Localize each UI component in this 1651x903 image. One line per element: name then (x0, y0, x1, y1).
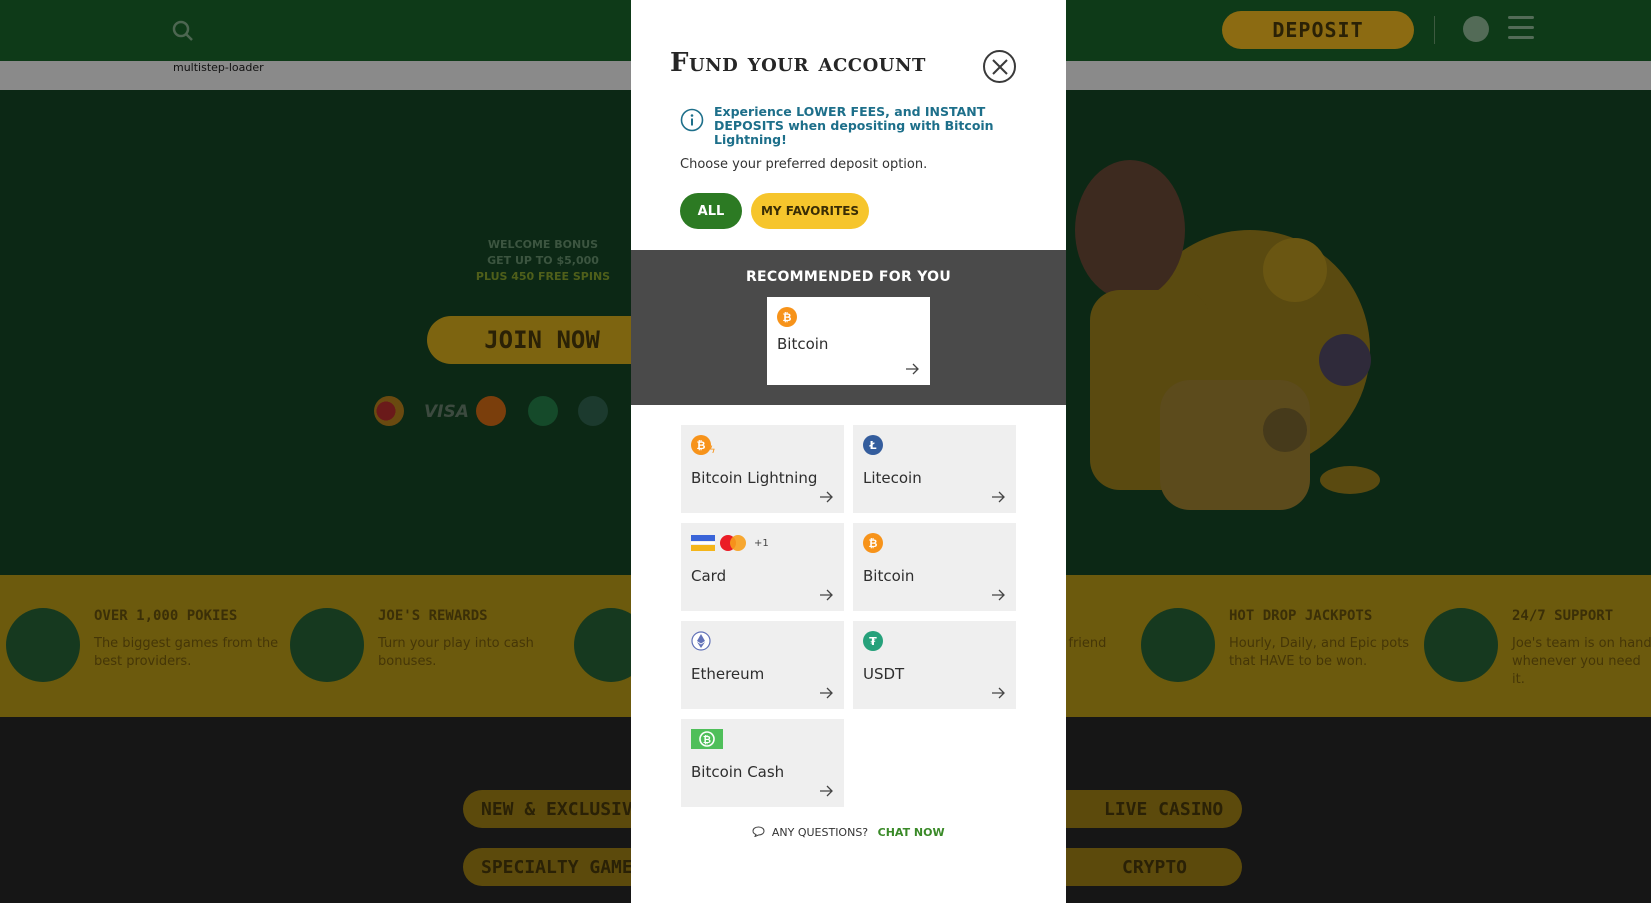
visa-icon: VISA (424, 402, 469, 422)
bitcoin-icon: ₿ (777, 307, 797, 327)
bitcoin-lightning-icon: ₿ (691, 435, 711, 455)
arrow-right-icon (992, 687, 1005, 699)
user-icon[interactable] (1463, 16, 1489, 42)
arrow-right-icon (820, 589, 833, 601)
filter-all-button[interactable]: ALL (680, 193, 742, 229)
modal-title: Fund your account (670, 48, 926, 78)
method-card-bitcoin[interactable]: ₿ Bitcoin (853, 523, 1016, 611)
choose-deposit-text: Choose your preferred deposit option. (680, 157, 928, 172)
recommended-bitcoin-card[interactable]: ₿ Bitcoin (767, 297, 930, 385)
visa-card-icon (691, 535, 715, 551)
arrow-right-icon (820, 687, 833, 699)
arrow-right-icon (820, 785, 833, 797)
arrow-right-icon (906, 363, 919, 375)
method-label: Ethereum (691, 665, 765, 683)
nav-divider (1434, 16, 1435, 44)
filter-favorites-button[interactable]: MY FAVORITES (751, 193, 869, 229)
method-card-usdt[interactable]: ₮ USDT (853, 621, 1016, 709)
method-label: Litecoin (863, 469, 922, 487)
arrow-right-icon (992, 491, 1005, 503)
method-card-litecoin[interactable]: Ł Litecoin (853, 425, 1016, 513)
usdt-icon: ₮ (863, 631, 883, 651)
fund-account-modal: Fund your account Experience LOWER FEES,… (631, 0, 1066, 903)
method-card-bitcoin-cash[interactable]: ₿ Bitcoin Cash (681, 719, 844, 807)
category-live-casino[interactable]: LIVE CASINO (1042, 790, 1242, 828)
info-icon (680, 108, 704, 132)
method-label: USDT (863, 665, 905, 683)
mastercard-icon (374, 396, 404, 426)
questions-text: ANY QUESTIONS? (771, 826, 869, 839)
method-card-card[interactable]: +1 Card (681, 523, 844, 611)
join-now-button[interactable]: JOIN NOW (427, 316, 657, 364)
bitcoin-cash-icon: ₿ (691, 729, 723, 749)
chat-bubble-icon (752, 826, 765, 837)
method-label: Bitcoin (863, 567, 915, 585)
arrow-right-icon (992, 589, 1005, 601)
hamburger-menu-icon[interactable] (1508, 16, 1534, 40)
close-icon (991, 58, 1008, 75)
category-crypto[interactable]: CRYPTO (1042, 848, 1242, 886)
hero-character-illustration (1075, 160, 1380, 510)
method-label: Bitcoin Lightning (691, 469, 818, 487)
litecoin-icon: Ł (863, 435, 883, 455)
support-footer: ANY QUESTIONS? CHAT NOW (631, 826, 1066, 839)
method-label: Bitcoin Cash (691, 763, 785, 781)
bitcoin-icon: ₿ (863, 533, 883, 553)
usdt-icon (578, 396, 608, 426)
lightning-info-text: Experience LOWER FEES, and INSTANT DEPOS… (714, 104, 994, 147)
svg-text:₿: ₿ (703, 734, 711, 746)
recommended-title: RECOMMENDED FOR YOU (745, 269, 952, 285)
chat-now-link[interactable]: CHAT NOW (878, 826, 945, 839)
mastercard-icon (720, 535, 746, 551)
method-card-ethereum[interactable]: Ethereum (681, 621, 844, 709)
arrow-right-icon (820, 491, 833, 503)
method-card-bitcoin-lightning[interactable]: ₿ ϟ Bitcoin Lightning (681, 425, 844, 513)
search-icon[interactable] (172, 20, 194, 42)
method-label: Card (691, 567, 727, 585)
more-cards-badge: +1 (754, 537, 769, 549)
bitcoin-icon (476, 396, 506, 426)
recommended-section: RECOMMENDED FOR YOU ₿ Bitcoin (631, 250, 1066, 405)
close-button[interactable] (983, 50, 1016, 83)
bitcoin-cash-icon (528, 396, 558, 426)
deposit-button[interactable]: DEPOSIT (1222, 11, 1414, 49)
ethereum-icon (691, 631, 711, 651)
loader-text: multistep-loader (173, 61, 264, 74)
promo-text: WELCOME BONUS GET UP TO $5,000 PLUS 450 … (475, 238, 611, 283)
method-label: Bitcoin (777, 335, 829, 353)
